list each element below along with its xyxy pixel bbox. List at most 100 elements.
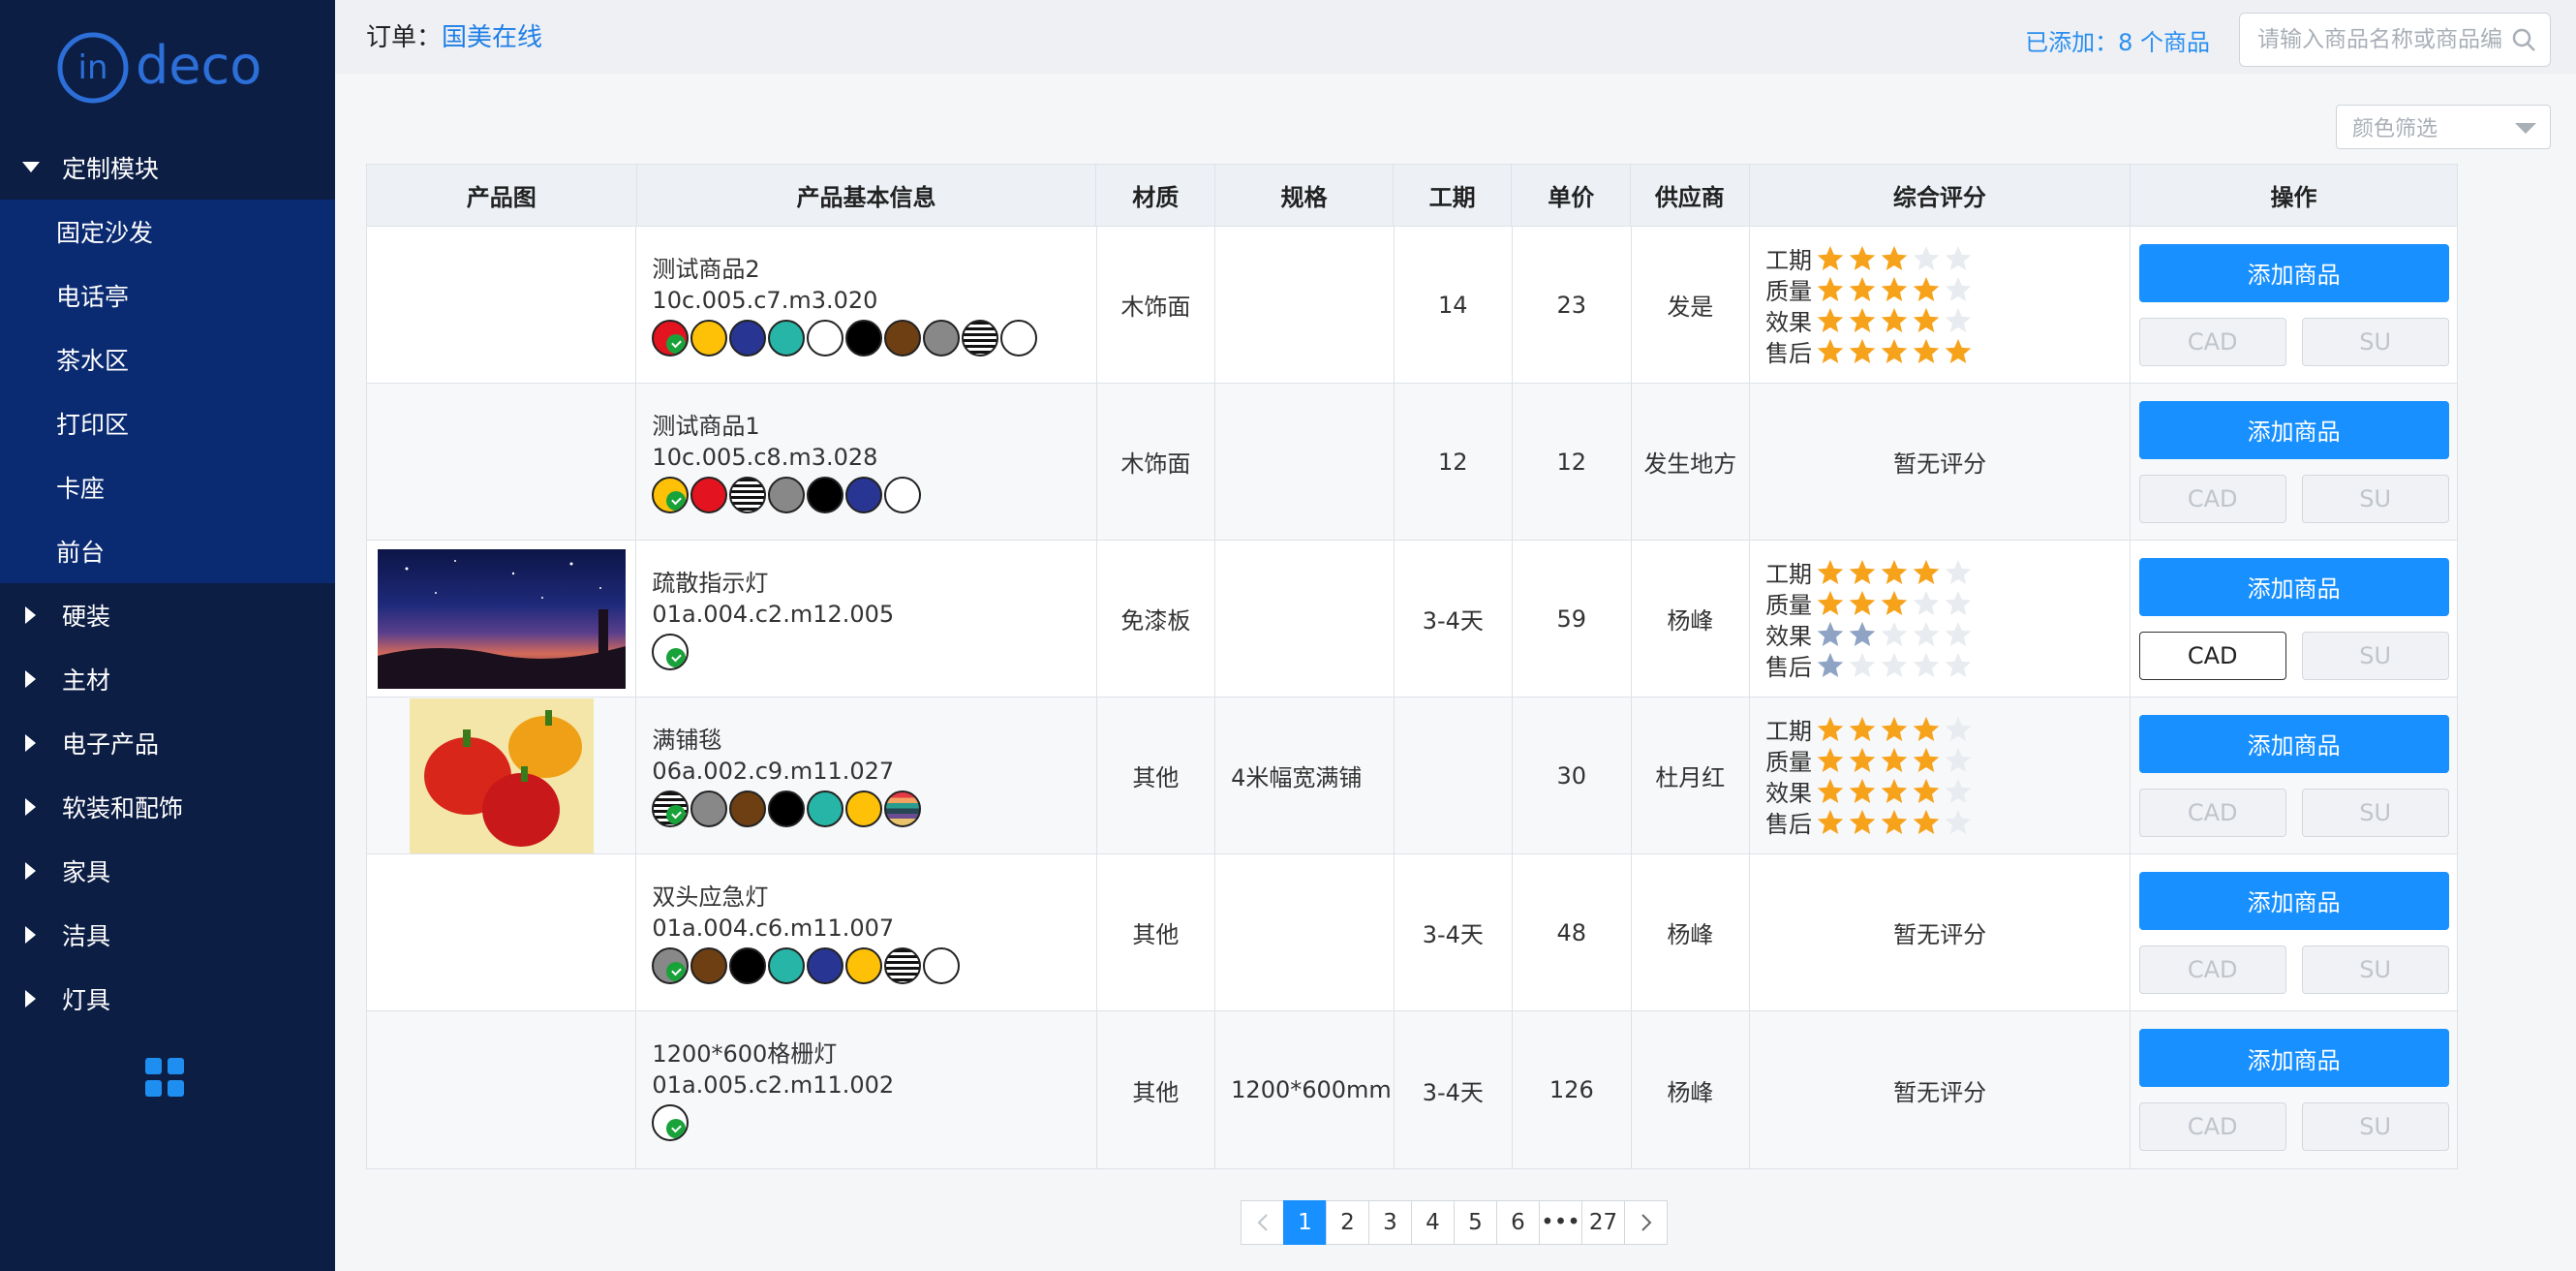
add-product-button[interactable]: 添加商品 [2138, 400, 2449, 459]
product-name[interactable]: 疏散指示灯 [652, 568, 894, 599]
prev-page-button[interactable] [1241, 1200, 1284, 1245]
product-name[interactable]: 测试商品1 [652, 411, 923, 442]
color-filter-select[interactable]: 颜色筛选 [2336, 105, 2551, 149]
add-product-button[interactable]: 添加商品 [2138, 714, 2449, 773]
su-button[interactable]: SU [2301, 945, 2449, 994]
color-swatch[interactable] [690, 476, 728, 513]
add-product-button[interactable]: 添加商品 [2138, 871, 2449, 930]
page-ellipsis[interactable]: ••• [1539, 1200, 1582, 1245]
color-swatch[interactable] [807, 946, 844, 984]
color-swatch[interactable] [807, 790, 844, 827]
color-swatch[interactable] [807, 319, 844, 356]
sidebar-group-4[interactable]: 软装和配饰 [0, 775, 335, 839]
next-page-button[interactable] [1624, 1200, 1668, 1245]
product-image-cell [367, 1011, 637, 1168]
color-swatch[interactable] [652, 633, 690, 670]
color-swatch[interactable] [729, 790, 767, 827]
color-swatch[interactable] [652, 319, 690, 356]
color-swatch[interactable] [768, 319, 806, 356]
color-swatch[interactable] [652, 790, 690, 827]
su-button[interactable]: SU [2301, 788, 2449, 837]
star-icon [1880, 808, 1912, 837]
sidebar-group-6[interactable]: 洁具 [0, 903, 335, 967]
sidebar-group-5[interactable]: 家具 [0, 839, 335, 903]
color-swatch[interactable] [845, 790, 883, 827]
product-name[interactable]: 满铺毯 [652, 725, 923, 756]
cad-button[interactable]: CAD [2138, 945, 2286, 994]
color-swatch[interactable] [845, 476, 883, 513]
app-logo[interactable]: in deco [0, 0, 335, 136]
color-swatch[interactable] [962, 319, 999, 356]
su-button[interactable]: SU [2301, 474, 2449, 523]
sidebar-item[interactable]: 茶水区 [0, 327, 335, 391]
sidebar-group-7[interactable]: 灯具 [0, 967, 335, 1031]
color-swatch[interactable] [652, 946, 690, 984]
color-swatch[interactable] [884, 946, 922, 984]
sidebar-group-0[interactable]: 定制模块 [0, 136, 335, 200]
color-swatch[interactable] [807, 476, 844, 513]
search-input[interactable] [2257, 27, 2503, 52]
col-image: 产品图 [367, 165, 637, 226]
cad-button[interactable]: CAD [2138, 788, 2286, 837]
color-swatch[interactable] [690, 946, 728, 984]
color-swatch[interactable] [884, 476, 922, 513]
rating-cell: 暂无评分 [1750, 384, 2131, 540]
page-button[interactable]: 6 [1496, 1200, 1540, 1245]
color-swatch[interactable] [652, 476, 690, 513]
cad-button[interactable]: CAD [2138, 1102, 2286, 1151]
color-swatch[interactable] [923, 946, 961, 984]
sidebar-item[interactable]: 固定沙发 [0, 200, 335, 264]
color-swatch[interactable] [729, 319, 767, 356]
product-name[interactable]: 测试商品2 [652, 254, 1039, 285]
color-swatch[interactable] [845, 319, 883, 356]
color-swatches [652, 476, 923, 513]
cad-button[interactable]: CAD [2138, 474, 2286, 523]
add-product-button[interactable]: 添加商品 [2138, 557, 2449, 616]
color-swatch[interactable] [690, 790, 728, 827]
add-product-button[interactable]: 添加商品 [2138, 243, 2449, 302]
color-swatch[interactable] [768, 790, 806, 827]
color-swatch[interactable] [652, 1104, 690, 1141]
star-icon [1816, 651, 1848, 680]
color-swatch[interactable] [768, 476, 806, 513]
page-button[interactable]: 1 [1283, 1200, 1327, 1245]
color-swatch[interactable] [729, 946, 767, 984]
product-name[interactable]: 1200*600格栅灯 [652, 1038, 894, 1070]
color-swatch[interactable] [884, 790, 922, 827]
sidebar-item[interactable]: 打印区 [0, 391, 335, 455]
page-button[interactable]: 2 [1326, 1200, 1369, 1245]
sidebar-group-1[interactable]: 硬装 [0, 583, 335, 647]
sidebar-group-3[interactable]: 电子产品 [0, 711, 335, 775]
color-swatch[interactable] [1000, 319, 1038, 356]
order-name-link[interactable]: 国美在线 [442, 23, 542, 52]
su-button[interactable]: SU [2301, 1102, 2449, 1151]
product-image[interactable] [409, 698, 594, 853]
su-button[interactable]: SU [2301, 631, 2449, 680]
added-count[interactable]: 已添加：8 个商品 [2025, 23, 2210, 57]
color-swatch[interactable] [884, 319, 922, 356]
page-button[interactable]: 27 [1581, 1200, 1625, 1245]
color-swatch[interactable] [845, 946, 883, 984]
product-name[interactable]: 双头应急灯 [652, 882, 962, 913]
cad-button[interactable]: CAD [2138, 631, 2286, 680]
color-swatch[interactable] [923, 319, 961, 356]
sidebar-group-2[interactable]: 主材 [0, 647, 335, 711]
page-button[interactable]: 4 [1411, 1200, 1455, 1245]
color-swatch[interactable] [690, 319, 728, 356]
search-icon[interactable] [2511, 27, 2536, 52]
page-button[interactable]: 5 [1454, 1200, 1497, 1245]
product-image[interactable] [377, 548, 626, 689]
color-swatch[interactable] [768, 946, 806, 984]
star-icon [1848, 715, 1880, 744]
search-box[interactable] [2239, 13, 2551, 67]
add-product-button[interactable]: 添加商品 [2138, 1029, 2449, 1087]
sidebar-item[interactable]: 电话亭 [0, 264, 335, 327]
su-button[interactable]: SU [2301, 317, 2449, 366]
sidebar-item[interactable]: 卡座 [0, 455, 335, 519]
page-button[interactable]: 3 [1368, 1200, 1412, 1245]
apps-grid-icon[interactable] [145, 1058, 184, 1097]
sidebar-item[interactable]: 前台 [0, 519, 335, 583]
cad-button[interactable]: CAD [2138, 317, 2286, 366]
color-swatch[interactable] [729, 476, 767, 513]
rating-line: 效果 [1765, 619, 1976, 650]
